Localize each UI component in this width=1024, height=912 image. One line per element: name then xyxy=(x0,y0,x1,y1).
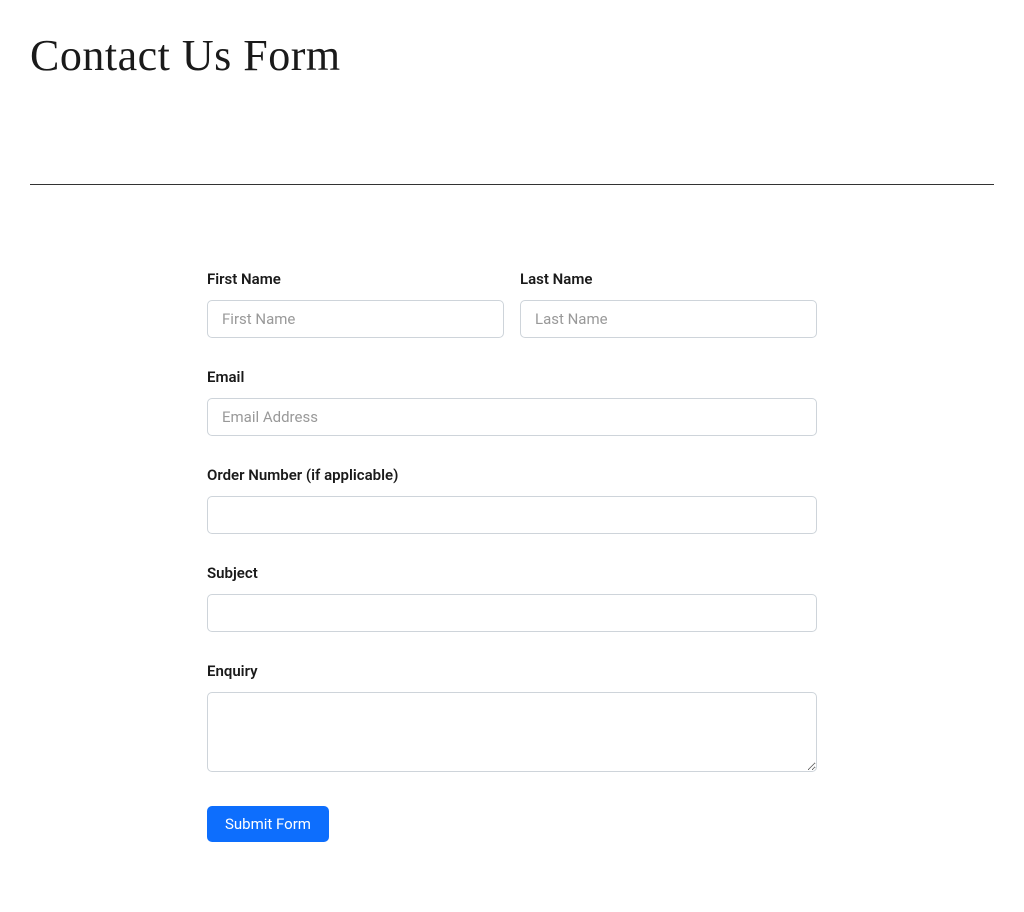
email-label: Email xyxy=(207,368,817,386)
order-number-label: Order Number (if applicable) xyxy=(207,466,817,484)
first-name-group: First Name xyxy=(207,270,504,338)
submit-button[interactable]: Submit Form xyxy=(207,806,329,842)
name-row: First Name Last Name xyxy=(207,270,817,338)
last-name-label: Last Name xyxy=(520,270,817,288)
enquiry-textarea[interactable] xyxy=(207,692,817,772)
contact-form: First Name Last Name Email Order Number … xyxy=(207,270,817,882)
enquiry-label: Enquiry xyxy=(207,662,817,680)
subject-input[interactable] xyxy=(207,594,817,632)
subject-label: Subject xyxy=(207,564,817,582)
last-name-group: Last Name xyxy=(520,270,817,338)
email-input[interactable] xyxy=(207,398,817,436)
last-name-input[interactable] xyxy=(520,300,817,338)
subject-group: Subject xyxy=(207,564,817,632)
first-name-input[interactable] xyxy=(207,300,504,338)
first-name-label: First Name xyxy=(207,270,504,288)
divider xyxy=(30,184,994,185)
order-number-group: Order Number (if applicable) xyxy=(207,466,817,534)
enquiry-group: Enquiry xyxy=(207,662,817,776)
order-number-input[interactable] xyxy=(207,496,817,534)
page-title: Contact Us Form xyxy=(30,30,994,89)
email-group: Email xyxy=(207,368,817,436)
